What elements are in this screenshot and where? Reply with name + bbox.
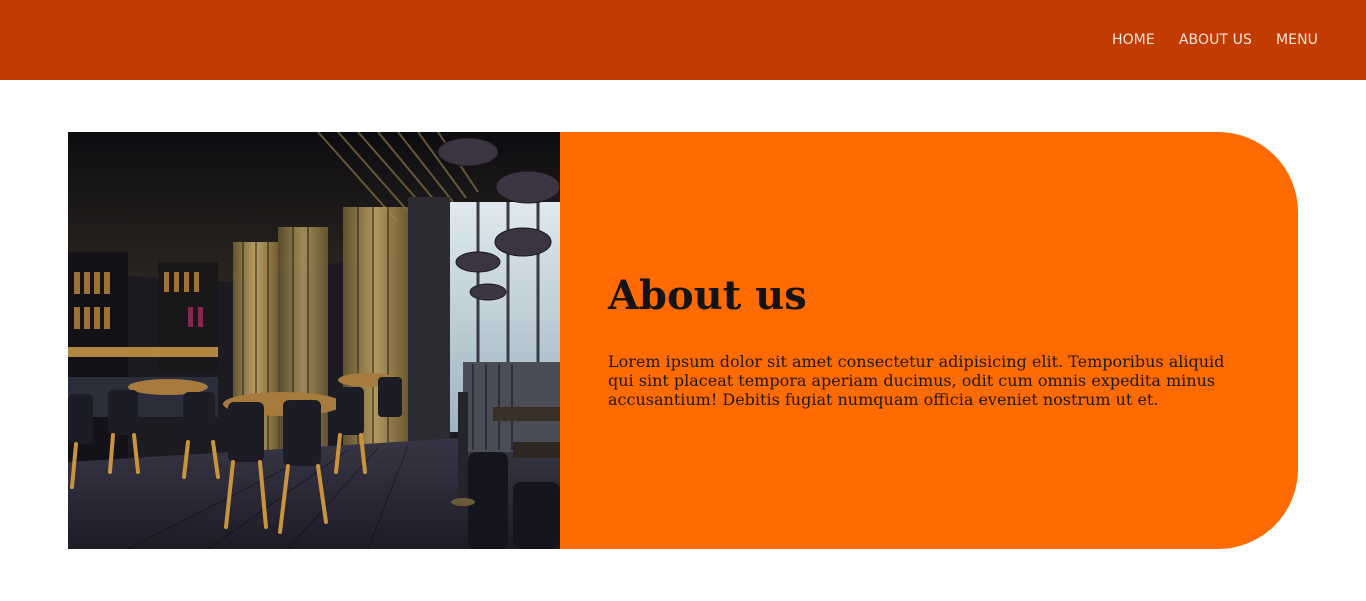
nav-link-menu[interactable]: MENU [1276,32,1318,48]
site-header: HOME ABOUT US MENU [0,0,1366,80]
restaurant-interior-image [68,132,560,549]
about-section: About us Lorem ipsum dolor sit amet cons… [68,132,1298,549]
nav-link-home[interactable]: HOME [1112,32,1155,48]
about-panel: About us Lorem ipsum dolor sit amet cons… [560,132,1298,549]
about-title: About us [608,272,807,319]
main-nav: HOME ABOUT US MENU [1112,0,1318,80]
nav-link-about-us[interactable]: ABOUT US [1179,32,1252,48]
about-body-text: Lorem ipsum dolor sit amet consectetur a… [608,352,1225,409]
